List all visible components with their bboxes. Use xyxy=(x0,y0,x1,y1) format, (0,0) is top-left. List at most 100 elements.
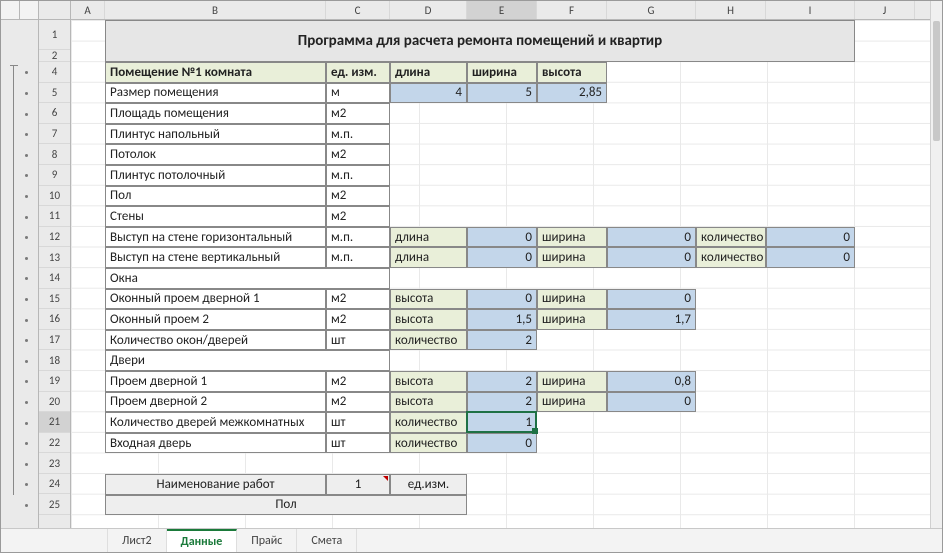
row-name[interactable]: Размер помещения xyxy=(105,83,326,104)
row-unit[interactable]: м.п. xyxy=(326,124,390,145)
column-header-G[interactable]: G xyxy=(607,1,696,19)
row-name[interactable]: Пол xyxy=(105,186,326,207)
row-header-10[interactable]: 10 xyxy=(39,186,70,207)
row-header-5[interactable]: 5 xyxy=(39,83,70,104)
row-header-25[interactable]: 25 xyxy=(39,494,70,515)
val-w[interactable]: 0 xyxy=(607,392,696,413)
val-h[interactable]: 2 xyxy=(467,392,537,413)
row-name[interactable]: Проем дверной 1 xyxy=(105,371,326,392)
val-qty[interactable]: 0 xyxy=(766,247,855,268)
sheet-tab-3[interactable]: Смета xyxy=(297,529,357,552)
row-header-18[interactable]: 18 xyxy=(39,350,70,371)
row-unit[interactable]: м xyxy=(326,83,390,104)
row-len[interactable]: 4 xyxy=(390,83,467,104)
lbl-qty: количество xyxy=(696,247,766,268)
row-header-8[interactable]: 8 xyxy=(39,144,70,165)
val-qty[interactable]: 2 xyxy=(467,330,537,351)
row-unit[interactable]: м.п. xyxy=(326,165,390,186)
column-header-E[interactable]: E xyxy=(467,1,537,19)
works-unit: ед.изм. xyxy=(390,474,467,495)
val-wid[interactable]: 0 xyxy=(607,247,696,268)
column-header-C[interactable]: C xyxy=(326,1,390,19)
val-h[interactable]: 0 xyxy=(467,289,537,310)
works-title: Наименование работ xyxy=(105,474,326,495)
val-h[interactable]: 2 xyxy=(467,371,537,392)
row-header-16[interactable]: 16 xyxy=(39,309,70,330)
row-header-19[interactable]: 19 xyxy=(39,371,70,392)
row-header-1[interactable]: 1 xyxy=(39,20,70,50)
row-header-23[interactable]: 23 xyxy=(39,453,70,474)
row-header-11[interactable]: 11 xyxy=(39,206,70,227)
sheet-tab-2[interactable]: Прайс xyxy=(237,529,297,552)
row-unit[interactable]: м.п. xyxy=(326,247,390,268)
sheet-tab-0[interactable]: Лист2 xyxy=(108,529,167,552)
row-name[interactable]: Оконный проем дверной 1 xyxy=(105,289,326,310)
row-unit[interactable]: м.п. xyxy=(326,227,390,248)
row-name[interactable]: Плинтус напольный xyxy=(105,124,326,145)
column-header-D[interactable]: D xyxy=(390,1,467,19)
val-len[interactable]: 0 xyxy=(467,247,537,268)
row-header-4[interactable]: 4 xyxy=(39,62,70,83)
row-header-14[interactable]: 14 xyxy=(39,268,70,289)
val-w[interactable]: 1,7 xyxy=(607,309,696,330)
row-name[interactable]: Проем дверной 2 xyxy=(105,392,326,413)
lbl-w: ширина xyxy=(537,371,607,392)
row-unit[interactable]: шт xyxy=(326,412,390,433)
column-header-H[interactable]: H xyxy=(696,1,766,19)
column-header-F[interactable]: F xyxy=(537,1,607,19)
row-unit[interactable]: м2 xyxy=(326,144,390,165)
row-unit[interactable]: м2 xyxy=(326,206,390,227)
val-qty[interactable]: 0 xyxy=(467,433,537,454)
row-header-9[interactable]: 9 xyxy=(39,165,70,186)
grid-area[interactable]: Программа для расчета ремонта помещений … xyxy=(71,20,930,528)
scrollbar-thumb[interactable] xyxy=(933,21,940,141)
row-header-21[interactable]: 21 xyxy=(39,412,70,433)
row-header-2[interactable]: 2 xyxy=(39,50,70,62)
row-header-20[interactable]: 20 xyxy=(39,392,70,413)
outline-level-2[interactable] xyxy=(20,1,38,19)
val-h[interactable]: 1,5 xyxy=(467,309,537,330)
column-header-I[interactable]: I xyxy=(766,1,855,19)
column-header-J[interactable]: J xyxy=(855,1,915,19)
row-name[interactable]: Количество окон/дверей xyxy=(105,330,326,351)
row-unit[interactable]: м2 xyxy=(326,186,390,207)
row-header-24[interactable]: 24 xyxy=(39,474,70,495)
row-header-13[interactable]: 13 xyxy=(39,247,70,268)
column-headers: ABCDEFGHIJ xyxy=(71,1,930,20)
row-name[interactable]: Плинтус потолочный xyxy=(105,165,326,186)
row-name[interactable]: Площадь помещения xyxy=(105,103,326,124)
row-header-12[interactable]: 12 xyxy=(39,227,70,248)
row-name[interactable]: Стены xyxy=(105,206,326,227)
val-w[interactable]: 0,8 xyxy=(607,371,696,392)
row-name[interactable]: Выступ на стене вертикальный xyxy=(105,247,326,268)
val-qty[interactable]: 0 xyxy=(766,227,855,248)
row-wid[interactable]: 5 xyxy=(467,83,537,104)
row-name[interactable]: Количество дверей межкомнатных xyxy=(105,412,326,433)
val-w[interactable]: 0 xyxy=(607,289,696,310)
row-name[interactable]: Выступ на стене горизонтальный xyxy=(105,227,326,248)
vertical-scrollbar[interactable] xyxy=(930,1,942,528)
val-len[interactable]: 0 xyxy=(467,227,537,248)
row-header-15[interactable]: 15 xyxy=(39,289,70,310)
row-unit[interactable]: м2 xyxy=(326,392,390,413)
sheet-tab-1[interactable]: Данные xyxy=(167,529,238,552)
row-unit[interactable]: шт xyxy=(326,433,390,454)
val-qty[interactable]: 1 xyxy=(467,412,537,433)
row-unit[interactable]: м2 xyxy=(326,309,390,330)
row-name[interactable]: Потолок xyxy=(105,144,326,165)
column-header-A[interactable]: A xyxy=(71,1,105,19)
row-hei[interactable]: 2,85 xyxy=(537,83,607,104)
row-name[interactable]: Оконный проем 2 xyxy=(105,309,326,330)
row-unit[interactable]: шт xyxy=(326,330,390,351)
val-wid[interactable]: 0 xyxy=(607,227,696,248)
row-unit[interactable]: м2 xyxy=(326,371,390,392)
row-header-7[interactable]: 7 xyxy=(39,124,70,145)
row-unit[interactable]: м2 xyxy=(326,103,390,124)
row-unit[interactable]: м2 xyxy=(326,289,390,310)
row-header-22[interactable]: 22 xyxy=(39,433,70,454)
row-header-17[interactable]: 17 xyxy=(39,330,70,351)
outline-level-1[interactable] xyxy=(1,1,20,19)
column-header-B[interactable]: B xyxy=(105,1,326,19)
row-header-6[interactable]: 6 xyxy=(39,103,70,124)
row-name[interactable]: Входная дверь xyxy=(105,433,326,454)
